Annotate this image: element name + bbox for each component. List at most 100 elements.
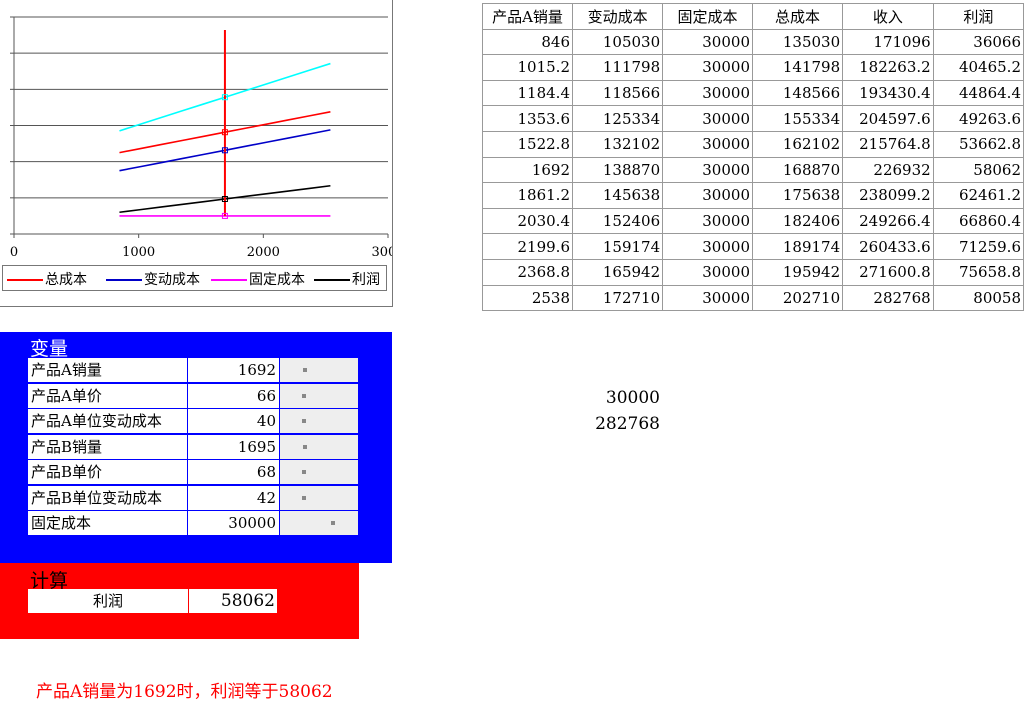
table-cell[interactable]: 44864.4: [932, 79, 1024, 107]
variable-value[interactable]: 66: [188, 383, 279, 408]
table-cell[interactable]: 215764.8: [842, 130, 934, 158]
variable-value[interactable]: 40: [188, 409, 279, 433]
table-cell[interactable]: 249266.4: [842, 207, 934, 235]
table-cell[interactable]: 193430.4: [842, 79, 934, 107]
table-cell[interactable]: 30000: [662, 54, 753, 81]
scrollbar-control[interactable]: [280, 485, 358, 510]
table-cell[interactable]: 30000: [662, 105, 753, 132]
table-cell[interactable]: 125334: [571, 105, 664, 132]
table-cell[interactable]: 148566: [751, 79, 844, 107]
table-cell[interactable]: 135030: [751, 28, 844, 56]
variable-value[interactable]: 1695: [188, 434, 279, 459]
table-cell[interactable]: 189174: [751, 233, 844, 260]
table-cell[interactable]: 195942: [751, 258, 844, 286]
table-cell[interactable]: 36066: [932, 28, 1024, 56]
scroll-thumb[interactable]: [302, 470, 306, 474]
table-cell[interactable]: 1861.2: [482, 182, 573, 209]
variable-label: 产品B销量: [28, 434, 187, 459]
col-header[interactable]: 固定成本: [662, 3, 753, 30]
profit-value[interactable]: 58062: [189, 589, 277, 613]
col-header[interactable]: 产品A销量: [482, 3, 573, 30]
table-cell[interactable]: 1015.2: [482, 54, 573, 81]
table-cell[interactable]: 238099.2: [842, 182, 934, 209]
col-header[interactable]: 总成本: [751, 3, 844, 30]
table-cell[interactable]: 111798: [571, 54, 664, 81]
table-cell[interactable]: 145638: [571, 182, 664, 209]
table-cell[interactable]: 282768: [842, 284, 934, 312]
table-cell[interactable]: 30000: [662, 233, 753, 260]
table-cell[interactable]: 1184.4: [482, 79, 573, 107]
table-cell[interactable]: 204597.6: [842, 105, 934, 132]
scroll-thumb[interactable]: [302, 495, 306, 500]
table-cell[interactable]: 30000: [662, 258, 753, 286]
variable-value[interactable]: 42: [188, 485, 279, 510]
cell-value-max-revenue[interactable]: 282768: [590, 414, 660, 434]
table-cell[interactable]: 162102: [751, 130, 844, 158]
table-cell[interactable]: 30000: [662, 79, 753, 107]
scrollbar-control[interactable]: [280, 409, 358, 433]
table-cell[interactable]: 2199.6: [482, 233, 573, 260]
scrollbar-control[interactable]: [280, 358, 358, 382]
col-header[interactable]: 收入: [842, 3, 934, 30]
scroll-thumb[interactable]: [303, 444, 307, 449]
table-cell[interactable]: 58062: [932, 156, 1024, 184]
table-cell[interactable]: 182406: [751, 207, 844, 235]
table-cell[interactable]: 141798: [751, 54, 844, 81]
table-cell[interactable]: 165942: [571, 258, 664, 286]
table-cell[interactable]: 2368.8: [482, 258, 573, 286]
table-cell[interactable]: 2030.4: [482, 207, 573, 235]
table-cell[interactable]: 172710: [571, 284, 664, 312]
scroll-thumb[interactable]: [303, 368, 307, 372]
variable-row: 产品B单价 68: [28, 460, 358, 485]
table-cell[interactable]: 53662.8: [932, 130, 1024, 158]
table-cell[interactable]: 159174: [571, 233, 664, 260]
scroll-thumb[interactable]: [331, 521, 335, 525]
table-cell[interactable]: 226932: [842, 156, 934, 184]
table-cell[interactable]: 155334: [751, 105, 844, 132]
scrollbar-control[interactable]: [280, 383, 358, 408]
scrollbar-control[interactable]: [280, 511, 358, 535]
table-cell[interactable]: 30000: [662, 130, 753, 158]
table-cell[interactable]: 49263.6: [932, 105, 1024, 132]
scroll-thumb[interactable]: [302, 419, 306, 423]
scroll-thumb[interactable]: [302, 393, 306, 398]
cell-value-fixed-cost[interactable]: 30000: [590, 388, 660, 408]
variable-value[interactable]: 1692: [188, 358, 279, 382]
table-cell[interactable]: 40465.2: [932, 54, 1024, 81]
table-cell[interactable]: 62461.2: [932, 182, 1024, 209]
table-cell[interactable]: 30000: [662, 182, 753, 209]
table-cell[interactable]: 168870: [751, 156, 844, 184]
table-cell[interactable]: 2538: [482, 284, 573, 312]
table-cell[interactable]: 30000: [662, 156, 753, 184]
table-cell[interactable]: 30000: [662, 28, 753, 56]
scrollbar-control[interactable]: [280, 434, 358, 459]
variable-value[interactable]: 30000: [188, 511, 279, 535]
table-cell[interactable]: 105030: [571, 28, 664, 56]
table-cell[interactable]: 152406: [571, 207, 664, 235]
table-cell[interactable]: 1522.8: [482, 130, 573, 158]
table-cell[interactable]: 846: [482, 28, 573, 56]
table-cell[interactable]: 30000: [662, 284, 753, 312]
table-cell[interactable]: 118566: [571, 79, 664, 107]
table-cell[interactable]: 138870: [571, 156, 664, 184]
table-cell[interactable]: 1692: [482, 156, 573, 184]
table-cell[interactable]: 260433.6: [842, 233, 934, 260]
table-cell[interactable]: 175638: [751, 182, 844, 209]
table-cell[interactable]: 132102: [571, 130, 664, 158]
col-header[interactable]: 利润: [932, 3, 1024, 30]
table-cell[interactable]: 80058: [932, 284, 1024, 312]
table-cell[interactable]: 71259.6: [932, 233, 1024, 260]
table-cell[interactable]: 171096: [842, 28, 934, 56]
table-cell[interactable]: 202710: [751, 284, 844, 312]
table-row: 2368.8 165942 30000 195942 271600.8 75658.8: [482, 258, 1024, 286]
table-cell[interactable]: 182263.2: [842, 54, 934, 81]
chart-area[interactable]: 0 1000 2000 3000 总成本 变动成本 固定成本 利润: [0, 0, 393, 307]
variable-value[interactable]: 68: [188, 460, 279, 484]
table-cell[interactable]: 75658.8: [932, 258, 1024, 286]
scrollbar-control[interactable]: [280, 460, 358, 484]
table-cell[interactable]: 1353.6: [482, 105, 573, 132]
col-header[interactable]: 变动成本: [571, 3, 664, 30]
table-cell[interactable]: 66860.4: [932, 207, 1024, 235]
table-cell[interactable]: 271600.8: [842, 258, 934, 286]
table-cell[interactable]: 30000: [662, 207, 753, 235]
